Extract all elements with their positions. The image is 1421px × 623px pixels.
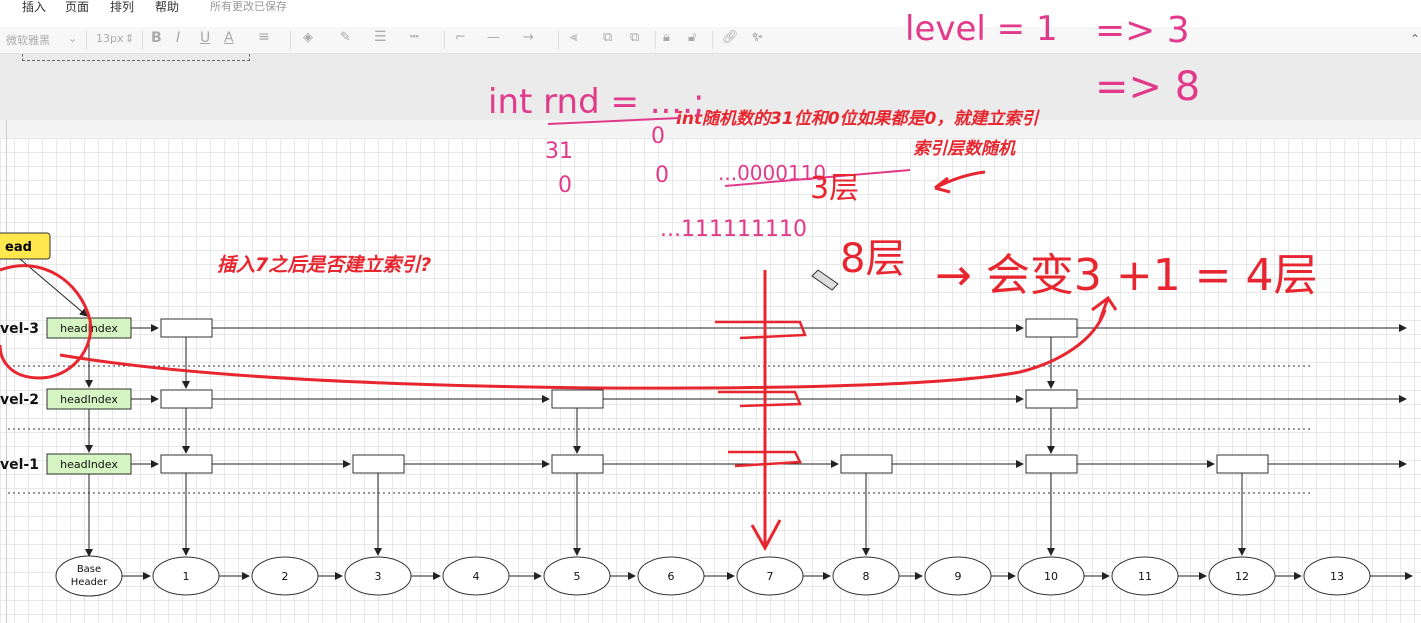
- base-node-label: 5: [574, 570, 581, 583]
- base-node-label: 8: [863, 570, 870, 583]
- head-label: ead: [5, 240, 32, 255]
- base-node-label: 11: [1138, 570, 1152, 583]
- skiplist-diagram: ead vel-3 vel-2 vel-1 headIndex headInde…: [0, 232, 1413, 597]
- index-node-l3[interactable]: [1025, 318, 1078, 338]
- head-pointer: [19, 258, 88, 317]
- index-node-l1[interactable]: [352, 454, 405, 474]
- index-node-l3[interactable]: [160, 318, 213, 338]
- base-node-label: 6: [668, 570, 675, 583]
- base-node-label: 3: [375, 570, 382, 583]
- base-node-label: 1: [183, 570, 190, 583]
- index-node-l2[interactable]: [1025, 389, 1078, 409]
- annotation-question: 插入7之后是否建立索引?: [217, 254, 432, 276]
- base-node-label: 12: [1235, 570, 1249, 583]
- head-index-label-3: headIndex: [60, 322, 118, 335]
- base-header-line2: Header: [71, 577, 108, 588]
- base-header-node[interactable]: [55, 555, 123, 597]
- index-node-l1[interactable]: [551, 454, 604, 474]
- head-index-label-2: headIndex: [60, 393, 118, 406]
- base-node-label: 4: [473, 570, 480, 583]
- base-node-label: 13: [1330, 570, 1344, 583]
- index-node-l1[interactable]: [1216, 454, 1269, 474]
- base-node-label: 7: [767, 570, 774, 583]
- index-node-l1[interactable]: [1025, 454, 1078, 474]
- head-index-label-1: headIndex: [60, 458, 118, 471]
- base-node-label: 10: [1044, 570, 1058, 583]
- index-node-l2[interactable]: [551, 389, 604, 409]
- index-node-l2[interactable]: [160, 389, 213, 409]
- level-3-label: vel-3: [0, 321, 39, 337]
- index-node-l1[interactable]: [840, 454, 893, 474]
- level-2-label: vel-2: [0, 392, 39, 408]
- index-node-l1[interactable]: [160, 454, 213, 474]
- base-header-line1: Base: [77, 564, 101, 575]
- level-1-label: vel-1: [0, 457, 39, 473]
- base-node-list: 1 2 3 4 5 6 7 8 9 10 11 12 13: [122, 556, 1413, 596]
- annotation-random-levels: 索引层数随机: [913, 139, 1015, 159]
- annotation-rule: int随机数的31位和0位如果都是0，就建立索引: [676, 109, 1039, 129]
- base-node-label: 2: [282, 570, 289, 583]
- base-node-label: 9: [955, 570, 962, 583]
